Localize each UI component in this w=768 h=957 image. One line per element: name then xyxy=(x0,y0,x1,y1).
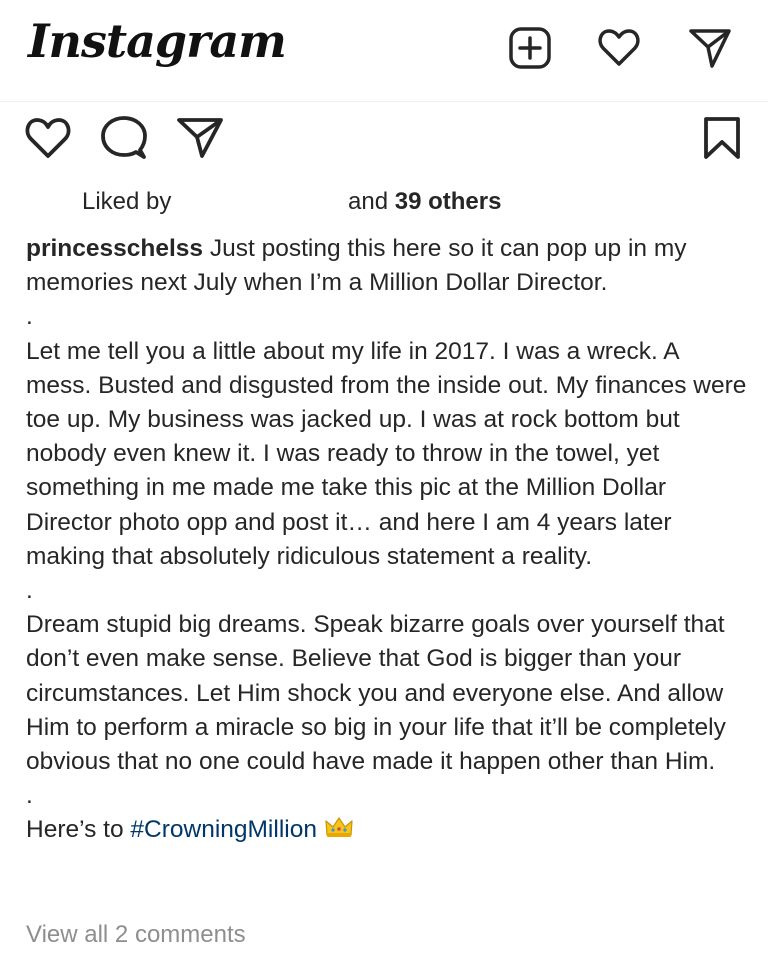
caption-paragraph: Let me tell you a little about my life i… xyxy=(26,337,747,570)
add-post-icon[interactable] xyxy=(508,26,552,70)
heart-icon[interactable] xyxy=(597,26,641,70)
instagram-logo[interactable]: Instagram xyxy=(28,14,287,68)
likes-prefix: Liked by xyxy=(82,188,172,215)
post-caption: princesschelss Just posting this here so… xyxy=(26,232,748,848)
caption-separator: . xyxy=(26,303,33,331)
like-icon[interactable] xyxy=(24,114,72,162)
app-header: Instagram xyxy=(0,0,768,102)
view-all-comments-link[interactable]: View all 2 comments xyxy=(26,921,246,949)
caption-username[interactable]: princesschelss xyxy=(26,235,203,262)
caption-closing: Here’s to #CrowningMillion xyxy=(26,813,748,847)
crown-emoji-icon xyxy=(324,815,354,839)
save-bookmark-icon[interactable] xyxy=(698,114,746,162)
likes-others[interactable]: and 39 others xyxy=(348,188,501,216)
hashtag-link[interactable]: #CrowningMillion xyxy=(130,816,317,843)
caption-paragraph: Dream stupid big dreams. Speak bizarre g… xyxy=(26,611,726,776)
post-action-bar xyxy=(0,114,768,164)
caption-separator: . xyxy=(26,782,33,810)
caption-intro: princesschelss Just posting this here so… xyxy=(26,235,687,297)
share-icon[interactable] xyxy=(176,114,224,162)
caption-separator: . xyxy=(26,577,33,605)
likes-summary[interactable]: Liked by and 39 others xyxy=(82,188,501,216)
comment-icon[interactable] xyxy=(100,114,148,162)
likes-others-count: 39 others xyxy=(394,188,502,215)
direct-message-icon[interactable] xyxy=(688,26,732,70)
